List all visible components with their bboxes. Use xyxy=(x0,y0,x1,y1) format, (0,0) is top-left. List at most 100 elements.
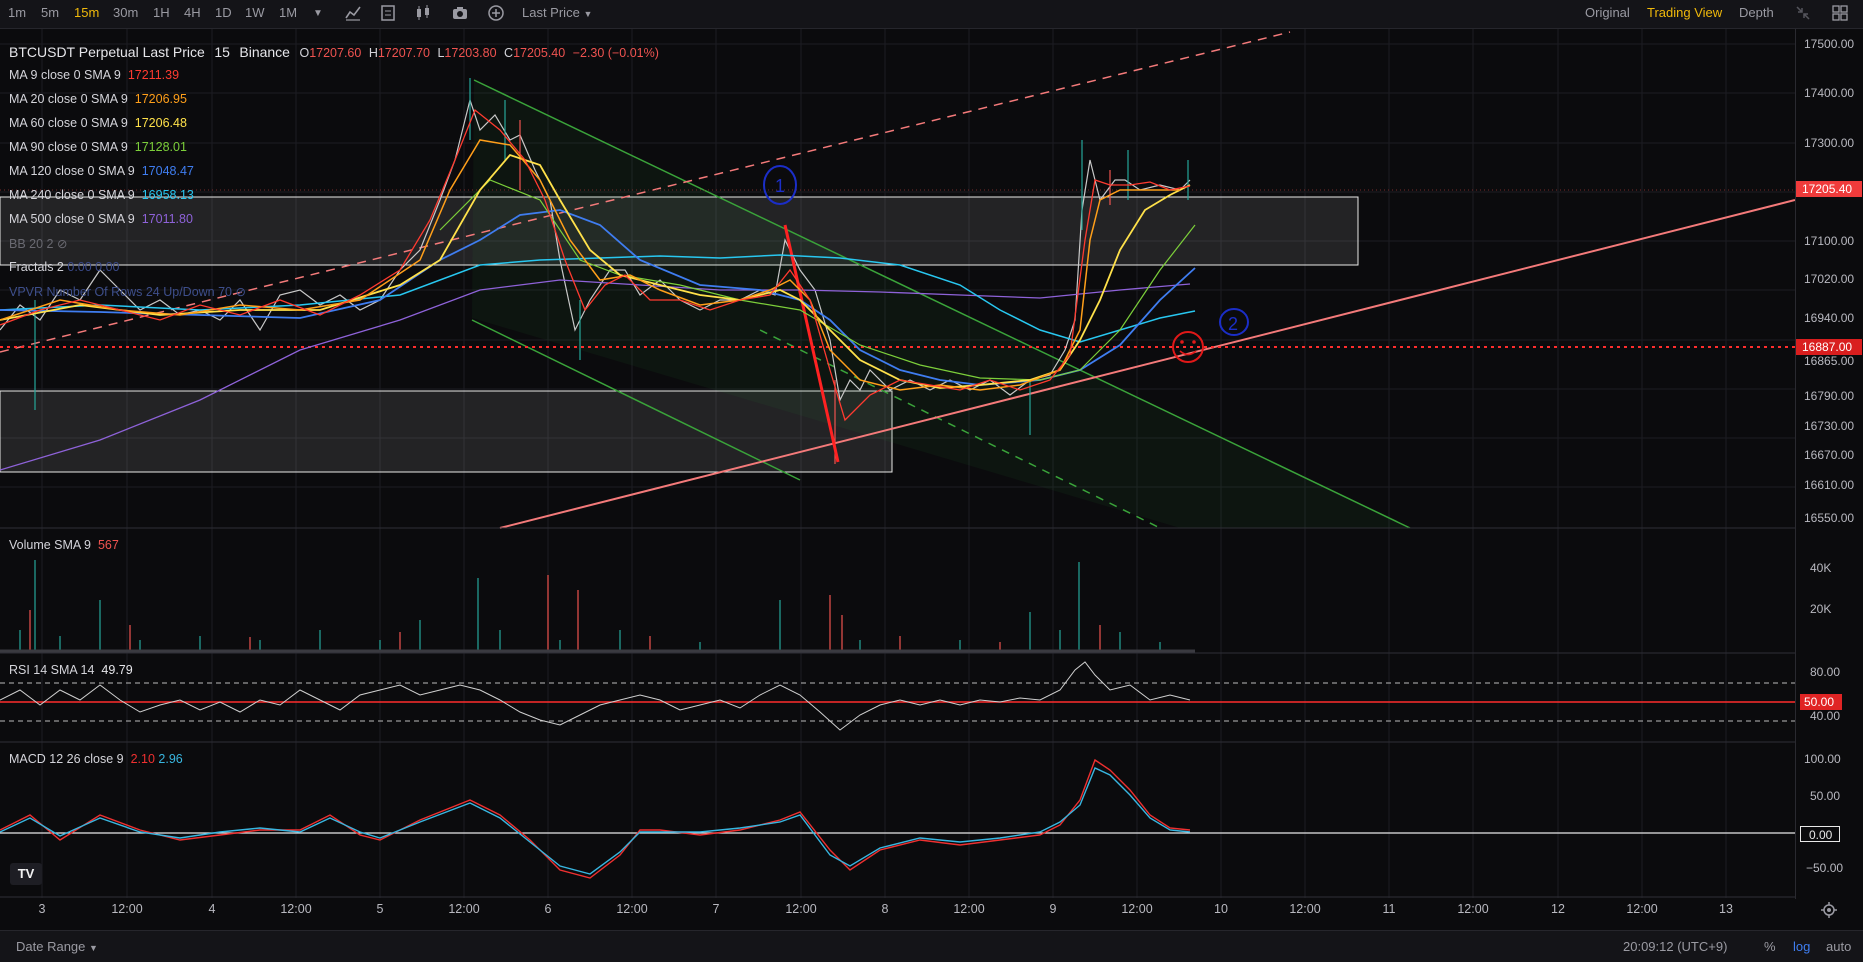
date-range-button[interactable]: Date Range ▼ xyxy=(16,939,98,954)
price-tick: 16730.00 xyxy=(1804,419,1855,433)
interval-1mo[interactable]: 1M xyxy=(279,5,297,20)
chevron-down-icon: ▼ xyxy=(583,9,593,19)
ma-500-legend[interactable]: MA 500 close 0 SMA 9 17011.80 xyxy=(9,212,193,226)
ma-240-label: MA 240 close 0 SMA 9 xyxy=(9,188,135,202)
ma-240-legend[interactable]: MA 240 close 0 SMA 9 16958.13 xyxy=(9,188,194,202)
close-label: C xyxy=(504,46,514,60)
ma-9-value: 17211.39 xyxy=(127,68,180,82)
annotation-two-text: 2 xyxy=(1228,314,1238,334)
interval-4h[interactable]: 4H xyxy=(184,5,201,20)
candle-type-icon[interactable] xyxy=(414,4,432,22)
ma-90-value: 17128.01 xyxy=(134,140,187,154)
time-tick: 7 xyxy=(712,902,720,916)
view-tab-original[interactable]: Original xyxy=(1585,5,1630,20)
price-axis[interactable]: 17500.00 17400.00 17300.00 17205.40 1710… xyxy=(1795,29,1863,899)
price-type-label: Last Price xyxy=(522,5,580,20)
symbol-name: BTCUSDT Perpetual Last Price xyxy=(9,44,205,60)
rsi-line xyxy=(0,661,1191,731)
ma-120-value: 17048.47 xyxy=(141,164,194,178)
interval-5m[interactable]: 5m xyxy=(41,5,59,20)
price-tick: 17100.00 xyxy=(1804,234,1855,248)
time-tick: 10 xyxy=(1214,902,1228,916)
ma-500-label: MA 500 close 0 SMA 9 xyxy=(9,212,135,226)
collapse-icon[interactable] xyxy=(1794,4,1812,22)
macd-value-1: 2.10 xyxy=(130,752,155,766)
price-tick: 16940.00 xyxy=(1804,311,1855,325)
macd-tick: 50.00 xyxy=(1810,789,1841,803)
clock-display[interactable]: 20:09:12 (UTC+9) xyxy=(1623,939,1727,954)
ma-60-legend[interactable]: MA 60 close 0 SMA 9 17206.48 xyxy=(9,116,187,130)
tradingview-logo[interactable]: TV xyxy=(10,863,42,885)
ma-120-legend[interactable]: MA 120 close 0 SMA 9 17048.47 xyxy=(9,164,194,178)
interval-1d[interactable]: 1D xyxy=(215,5,232,20)
price-tick: 16865.00 xyxy=(1804,354,1855,368)
percent-scale-toggle[interactable]: % xyxy=(1764,939,1776,954)
date-range-label: Date Range xyxy=(16,939,86,954)
settings-gear-icon[interactable] xyxy=(1820,901,1838,919)
vpvr-legend[interactable]: VPVR Number Of Rows 24 Up/Down 70 ⊘ xyxy=(9,284,246,299)
change-value: −2.30 (−0.01%) xyxy=(572,46,659,60)
time-tick: 12:00 xyxy=(785,902,817,916)
price-tick: 16550.00 xyxy=(1804,511,1855,525)
price-tick: 16670.00 xyxy=(1804,448,1855,462)
log-scale-toggle[interactable]: log xyxy=(1793,939,1810,954)
time-tick: 12:00 xyxy=(448,902,480,916)
ma-20-value: 17206.95 xyxy=(134,92,187,106)
macd-label: MACD 12 26 close 9 xyxy=(9,752,124,766)
time-tick: 12:00 xyxy=(111,902,143,916)
vpvr-label: VPVR Number Of Rows 24 Up/Down 70 xyxy=(9,285,233,299)
volume-legend[interactable]: Volume SMA 9 567 xyxy=(9,538,119,552)
chart-canvas[interactable]: 1 2 xyxy=(0,29,1795,899)
view-tab-trading-view[interactable]: Trading View xyxy=(1647,5,1722,20)
add-icon[interactable] xyxy=(487,4,505,22)
hidden-eye-icon[interactable]: ⊘ xyxy=(236,285,246,299)
macd-value-2: 2.96 xyxy=(158,752,183,766)
bb-legend[interactable]: BB 20 2 ⊘ xyxy=(9,236,67,251)
ma-500-value: 17011.80 xyxy=(141,212,193,226)
interval-15m[interactable]: 15m xyxy=(74,5,99,20)
fractals-legend[interactable]: Fractals 2 0.00 0.00 xyxy=(9,260,120,274)
rsi-tick: 80.00 xyxy=(1810,665,1841,679)
interval-30m[interactable]: 30m xyxy=(113,5,138,20)
open-label: O xyxy=(299,46,310,60)
price-type-dropdown[interactable]: Last Price ▼ xyxy=(522,5,592,20)
time-tick: 12:00 xyxy=(1457,902,1489,916)
interval-1h[interactable]: 1H xyxy=(153,5,170,20)
time-tick: 6 xyxy=(544,902,552,916)
hidden-eye-icon[interactable]: ⊘ xyxy=(57,237,67,251)
ma-20-label: MA 20 close 0 SMA 9 xyxy=(9,92,128,106)
templates-icon[interactable] xyxy=(379,4,397,22)
rsi-legend[interactable]: RSI 14 SMA 14 49.79 xyxy=(9,663,133,677)
high-label: H xyxy=(368,46,378,60)
price-tick: 17400.00 xyxy=(1804,86,1855,100)
macd-legend[interactable]: MACD 12 26 close 9 2.10 2.96 xyxy=(9,752,183,766)
chevron-down-icon: ▼ xyxy=(89,943,98,953)
ma-90-legend[interactable]: MA 90 close 0 SMA 9 17128.01 xyxy=(9,140,187,154)
price-tick: 17500.00 xyxy=(1804,37,1855,51)
time-tick: 12:00 xyxy=(616,902,648,916)
time-tick: 12 xyxy=(1551,902,1565,916)
grid-layout-icon[interactable] xyxy=(1831,4,1849,22)
camera-icon[interactable] xyxy=(451,4,469,22)
top-toolbar: 1m 5m 15m 30m 1H 4H 1D 1W 1M ▼ Last Pric… xyxy=(0,0,1863,29)
macd-tick: −50.00 xyxy=(1806,861,1844,875)
more-intervals-chevron-icon[interactable]: ▼ xyxy=(313,8,323,19)
indicators-icon[interactable] xyxy=(344,4,362,22)
time-tick: 12:00 xyxy=(953,902,985,916)
ma-60-label: MA 60 close 0 SMA 9 xyxy=(9,116,128,130)
view-tab-depth[interactable]: Depth xyxy=(1739,5,1774,20)
macd-signal-line xyxy=(0,758,1191,879)
bottom-bar: Date Range ▼ 20:09:12 (UTC+9) % log auto xyxy=(0,930,1863,962)
time-tick: 3 xyxy=(38,902,46,916)
interval-label: 15 xyxy=(214,44,230,60)
ma-20-legend[interactable]: MA 20 close 0 SMA 9 17206.95 xyxy=(9,92,187,106)
fractals-values: 0.00 0.00 xyxy=(67,260,120,274)
time-tick: 9 xyxy=(1049,902,1057,916)
time-tick: 8 xyxy=(881,902,889,916)
auto-scale-toggle[interactable]: auto xyxy=(1826,939,1851,954)
rsi-label: RSI 14 SMA 14 xyxy=(9,663,95,677)
macd-line xyxy=(0,767,1191,875)
interval-1m[interactable]: 1m xyxy=(8,5,26,20)
ma-9-legend[interactable]: MA 9 close 0 SMA 9 17211.39 xyxy=(9,68,179,82)
interval-1w[interactable]: 1W xyxy=(245,5,265,20)
